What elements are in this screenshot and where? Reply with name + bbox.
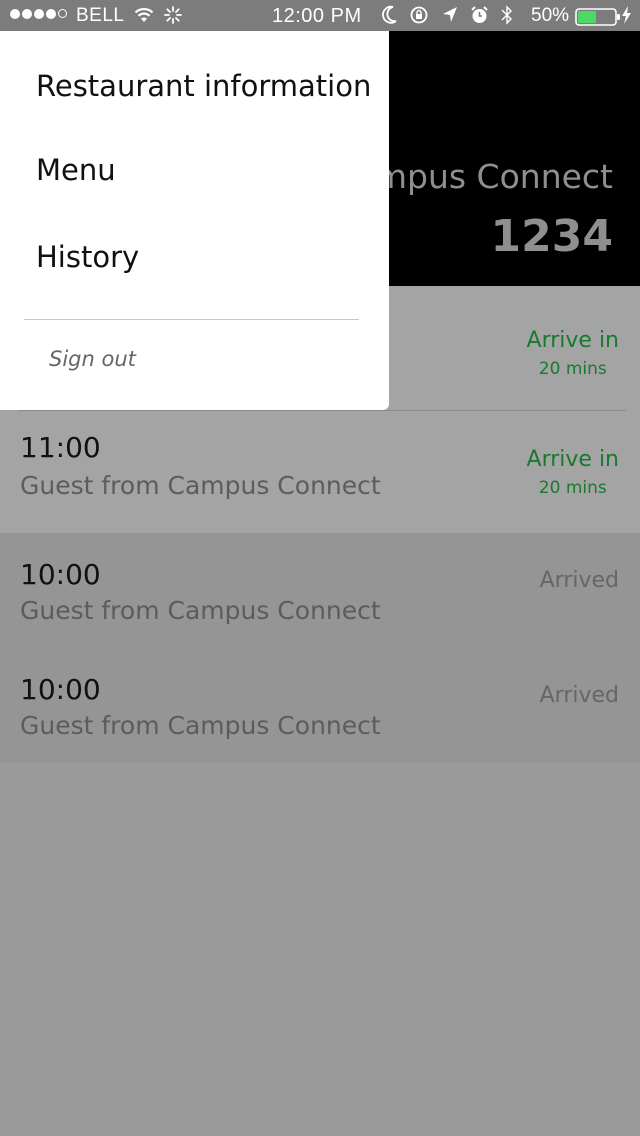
orientation-lock-icon (410, 6, 428, 24)
sign-out-button[interactable]: Sign out (49, 347, 136, 371)
battery-percent: 50% (531, 5, 570, 26)
clock: 12:00 PM (272, 5, 362, 27)
status-label: Arrived (539, 683, 619, 708)
battery-icon (575, 8, 621, 32)
status-bar: BELL 12:00 PM 50% (0, 0, 640, 31)
reservation-status: Arrived (540, 568, 619, 593)
dropdown-menu: Restaurant information Menu History Sign… (0, 31, 389, 410)
menu-item-restaurant-information[interactable]: Restaurant information (36, 69, 371, 103)
reservation-time: 10:00 (20, 558, 101, 591)
charging-bolt-icon (621, 6, 632, 30)
menu-item-history[interactable]: History (36, 240, 139, 274)
status-label: Arrive in (526, 328, 619, 353)
bluetooth-icon (501, 5, 513, 25)
menu-item-menu[interactable]: Menu (36, 153, 116, 187)
reservation-row[interactable]: 11:00 Guest from Campus Connect Arrive i… (0, 411, 640, 533)
reservation-guest: Guest from Campus Connect (20, 471, 381, 500)
status-label: Arrived (539, 568, 619, 593)
reservation-row[interactable]: 10:00 Guest from Campus Connect Arrived (0, 533, 640, 648)
app-screen: BELL 12:00 PM 50% mpus Connect 1234 Arri… (0, 0, 640, 1136)
wifi-icon (134, 6, 154, 29)
reservation-status: Arrive in 20 mins (527, 328, 619, 379)
alarm-icon (471, 6, 488, 23)
reservation-time: 11:00 (20, 431, 101, 464)
location-arrow-icon (442, 7, 457, 22)
reservation-status: Arrive in 20 mins (527, 447, 619, 498)
carrier-name: BELL (76, 5, 125, 26)
signal-strength-icon (10, 9, 69, 31)
reservation-row[interactable]: 10:00 Guest from Campus Connect Arrived (0, 648, 640, 763)
reservation-time: 10:00 (20, 673, 101, 706)
status-eta: 20 mins (538, 478, 607, 498)
reservation-guest: Guest from Campus Connect (20, 711, 381, 740)
status-label: Arrive in (526, 447, 619, 472)
status-icons (382, 5, 520, 27)
reservation-guest: Guest from Campus Connect (20, 596, 381, 625)
menu-divider (24, 319, 359, 320)
header-code: 1234 (490, 211, 613, 262)
activity-spinner-icon (164, 6, 182, 30)
moon-icon (382, 5, 397, 24)
reservation-status: Arrived (540, 683, 619, 708)
status-eta: 20 mins (538, 359, 607, 379)
header-title: mpus Connect (374, 157, 613, 196)
